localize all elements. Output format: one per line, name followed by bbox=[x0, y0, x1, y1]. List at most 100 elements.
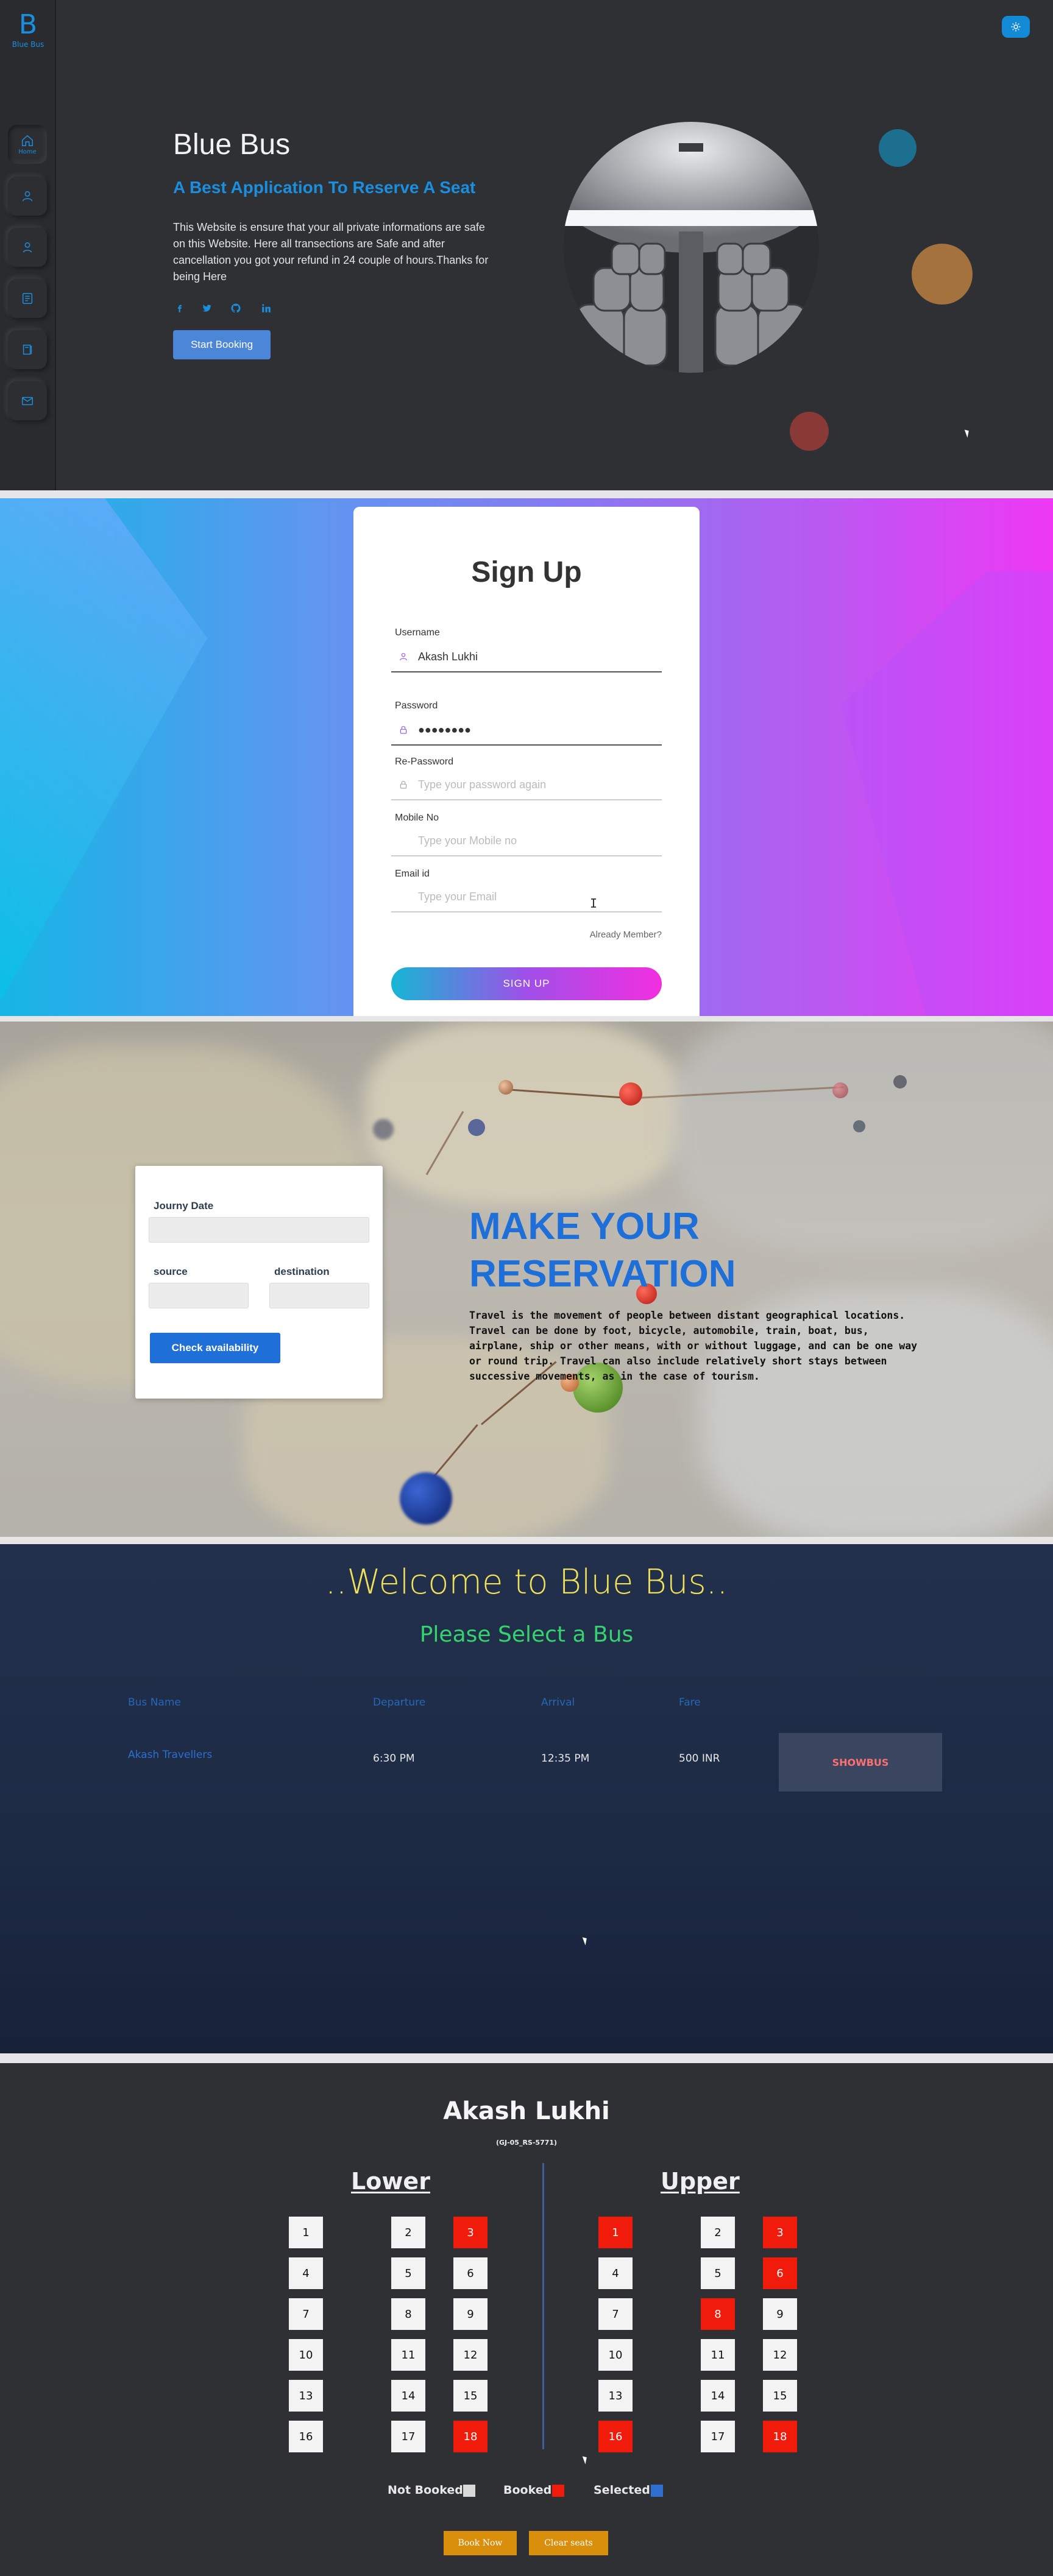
sidebar-item-person[interactable] bbox=[8, 228, 47, 267]
mobile-label: Mobile No bbox=[395, 813, 439, 823]
showbus-button[interactable]: SHOWBUS bbox=[779, 1733, 942, 1791]
sidebar-item-home[interactable]: Home bbox=[8, 125, 47, 164]
username-field[interactable] bbox=[391, 642, 662, 672]
source-input[interactable] bbox=[149, 1283, 249, 1308]
username-input[interactable] bbox=[418, 650, 650, 663]
upper-seat-13[interactable]: 13 bbox=[598, 2380, 633, 2412]
list-icon bbox=[22, 293, 33, 304]
map-pin-blue-large bbox=[400, 1472, 452, 1525]
upper-seat-7[interactable]: 7 bbox=[598, 2298, 633, 2330]
legend-booked-label: Booked bbox=[503, 2483, 552, 2497]
text-cursor-icon: I bbox=[590, 896, 598, 911]
journey-date-input[interactable] bbox=[149, 1217, 369, 1243]
upper-seat-6[interactable]: 6 bbox=[763, 2257, 797, 2289]
check-availability-button[interactable]: Check availability bbox=[150, 1333, 280, 1363]
upper-seat-8[interactable]: 8 bbox=[701, 2298, 735, 2330]
book-now-button[interactable]: Book Now bbox=[444, 2531, 517, 2555]
repassword-field[interactable] bbox=[391, 770, 662, 800]
bus-title: Akash Lukhi bbox=[443, 2097, 610, 2125]
legend-not-booked-label: Not Booked bbox=[388, 2483, 463, 2497]
lower-deck-title: Lower bbox=[351, 2168, 430, 2195]
twitter-icon[interactable] bbox=[200, 303, 213, 316]
upper-seat-1[interactable]: 1 bbox=[598, 2217, 633, 2248]
upper-seat-9[interactable]: 9 bbox=[763, 2298, 797, 2330]
repassword-label: Re-Password bbox=[395, 757, 454, 767]
sun-icon bbox=[1011, 22, 1021, 32]
lower-seat-10[interactable]: 10 bbox=[289, 2339, 323, 2371]
mobile-input[interactable] bbox=[418, 834, 650, 847]
signup-button[interactable]: SIGN UP bbox=[391, 967, 662, 1000]
upper-seat-4[interactable]: 4 bbox=[598, 2257, 633, 2289]
email-field[interactable] bbox=[391, 882, 662, 912]
sidebar-item-book[interactable] bbox=[8, 330, 47, 369]
signup-card: Sign Up Username Password Re-Password Mo… bbox=[353, 507, 700, 1016]
map-pin-tan bbox=[498, 1080, 513, 1095]
lower-seat-9[interactable]: 9 bbox=[453, 2298, 488, 2330]
mobile-field[interactable] bbox=[391, 826, 662, 856]
github-icon[interactable] bbox=[229, 303, 243, 316]
upper-seat-15[interactable]: 15 bbox=[763, 2380, 797, 2412]
lower-seat-11[interactable]: 11 bbox=[391, 2339, 425, 2371]
theme-toggle-button[interactable] bbox=[1002, 16, 1030, 38]
email-input[interactable] bbox=[418, 890, 650, 903]
bus-name-cell[interactable]: Akash Travellers bbox=[128, 1749, 212, 1761]
upper-seat-17[interactable]: 17 bbox=[701, 2421, 735, 2452]
fare-cell: 500 INR bbox=[679, 1752, 720, 1765]
already-member-link[interactable]: Already Member? bbox=[536, 930, 662, 940]
upper-seat-14[interactable]: 14 bbox=[701, 2380, 735, 2412]
upper-seat-3[interactable]: 3 bbox=[763, 2217, 797, 2248]
mail-icon bbox=[22, 397, 33, 406]
lower-seat-14[interactable]: 14 bbox=[391, 2380, 425, 2412]
destination-input[interactable] bbox=[269, 1283, 369, 1308]
sidebar-item-list[interactable] bbox=[8, 279, 47, 318]
signup-section: Sign Up Username Password Re-Password Mo… bbox=[0, 498, 1053, 1016]
start-booking-button[interactable]: Start Booking bbox=[173, 330, 271, 359]
lower-seat-5[interactable]: 5 bbox=[391, 2257, 425, 2289]
lower-seat-18[interactable]: 18 bbox=[453, 2421, 488, 2452]
upper-seat-2[interactable]: 2 bbox=[701, 2217, 735, 2248]
password-field[interactable] bbox=[391, 715, 662, 746]
lower-seat-13[interactable]: 13 bbox=[289, 2380, 323, 2412]
lower-seat-16[interactable]: 16 bbox=[289, 2421, 323, 2452]
password-input[interactable] bbox=[418, 723, 650, 736]
lower-seat-1[interactable]: 1 bbox=[289, 2217, 323, 2248]
upper-seat-12[interactable]: 12 bbox=[763, 2339, 797, 2371]
map-pin-red bbox=[619, 1082, 642, 1106]
lower-seat-4[interactable]: 4 bbox=[289, 2257, 323, 2289]
user-icon bbox=[22, 191, 33, 202]
welcome-heading: ..Welcome to Blue Bus.. bbox=[325, 1562, 728, 1602]
email-label: Email id bbox=[395, 869, 430, 879]
map-pin-pink bbox=[832, 1082, 848, 1098]
lower-seat-2[interactable]: 2 bbox=[391, 2217, 425, 2248]
column-header-departure: Departure bbox=[373, 1696, 426, 1709]
reservation-form: Journy Date source destination Check ava… bbox=[135, 1166, 383, 1399]
upper-seat-16[interactable]: 16 bbox=[598, 2421, 633, 2452]
logo-letter[interactable]: B bbox=[12, 11, 44, 39]
lower-seat-3[interactable]: 3 bbox=[453, 2217, 488, 2248]
upper-seat-5[interactable]: 5 bbox=[701, 2257, 735, 2289]
hero-section: B Blue Bus Home Blue Bus A Best Applicat… bbox=[0, 0, 1053, 490]
decor-shape-right bbox=[841, 571, 1053, 1016]
clear-seats-button[interactable]: Clear seats bbox=[529, 2531, 608, 2555]
sidebar-item-mail[interactable] bbox=[8, 381, 47, 420]
lower-seat-8[interactable]: 8 bbox=[391, 2298, 425, 2330]
upper-seat-18[interactable]: 18 bbox=[763, 2421, 797, 2452]
bus-registration: (GJ-05_RS-5771) bbox=[495, 2139, 558, 2147]
lower-seat-12[interactable]: 12 bbox=[453, 2339, 488, 2371]
lower-seat-17[interactable]: 17 bbox=[391, 2421, 425, 2452]
map-pin-blue bbox=[373, 1119, 394, 1140]
home-icon bbox=[22, 135, 33, 146]
repassword-input[interactable] bbox=[418, 778, 650, 791]
sidebar-item-user[interactable] bbox=[8, 177, 47, 216]
lower-seat-7[interactable]: 7 bbox=[289, 2298, 323, 2330]
linkedin-icon[interactable] bbox=[260, 303, 273, 316]
legend-booked-swatch bbox=[552, 2485, 564, 2497]
upper-seat-10[interactable]: 10 bbox=[598, 2339, 633, 2371]
bus-list-section: ..Welcome to Blue Bus.. Please Select a … bbox=[0, 1544, 1053, 2053]
lower-seat-15[interactable]: 15 bbox=[453, 2380, 488, 2412]
facebook-icon[interactable] bbox=[173, 303, 186, 316]
lower-seat-6[interactable]: 6 bbox=[453, 2257, 488, 2289]
map-pin-blue bbox=[468, 1119, 485, 1136]
map-pin-dark bbox=[893, 1075, 907, 1089]
upper-seat-11[interactable]: 11 bbox=[701, 2339, 735, 2371]
